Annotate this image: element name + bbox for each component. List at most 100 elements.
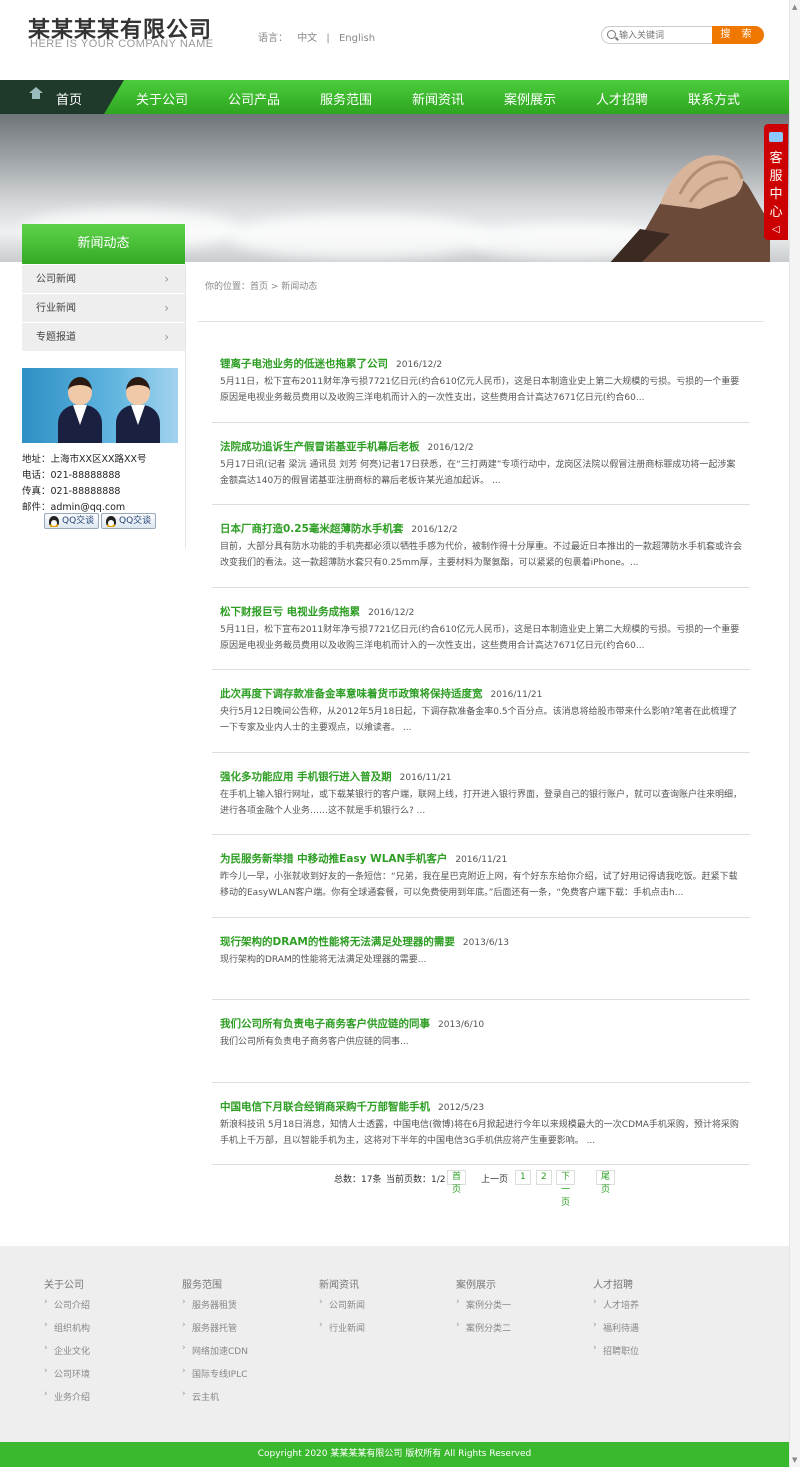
language-separator: | [326, 33, 330, 44]
contact-phone: 电话：021-88888888 [22, 470, 121, 481]
pagination-last-button[interactable]: 尾页 [596, 1170, 616, 1195]
nav-item-home[interactable]: 首页 [0, 80, 124, 114]
nav-item-services[interactable]: 服务范围 [320, 89, 372, 108]
news-summary: 昨今儿一早，小张就收到好友的一条短信：“兄弟，我在星巴克附近上网，有个好东东给你… [220, 872, 738, 898]
qq-penguin-icon [49, 516, 59, 527]
footer-column-title: 新闻资讯 [319, 1280, 359, 1291]
news-date: 2016/12/2 [368, 607, 415, 618]
copyright-bar: Copyright 2020 某某某某有限公司 版权所有 All Rights … [0, 1442, 789, 1467]
news-title-link[interactable]: 强化多功能应用 手机银行进入普及期 [220, 771, 392, 783]
nav-home-label: 首页 [56, 93, 83, 108]
search-icon [607, 30, 616, 39]
pagination-first-button[interactable]: 首页 [447, 1170, 467, 1195]
customer-service-photo [22, 368, 178, 443]
qq-chat-button[interactable]: QQ交谈 [44, 513, 99, 529]
nav-item-jobs[interactable]: 人才招聘 [596, 89, 648, 108]
scroll-down-arrow-icon[interactable]: ▼ [792, 1456, 797, 1464]
news-title-link[interactable]: 中国电信下月联合经销商采购千万部智能手机 [220, 1101, 430, 1113]
footer-link[interactable]: 人才培养 [593, 1297, 639, 1321]
pagination-next-button[interactable]: 下一页 [556, 1170, 576, 1208]
news-date: 2016/11/21 [399, 772, 452, 783]
sidebar-item-industry-news[interactable]: 行业新闻 › [22, 294, 185, 323]
pagination-current: 当前页数：1/2 [386, 1175, 446, 1185]
nav-item-products[interactable]: 公司产品 [228, 89, 280, 108]
nav-item-news[interactable]: 新闻资讯 [412, 89, 464, 108]
news-summary: 现行架构的DRAM的性能将无法满足处理器的需要... [220, 954, 427, 965]
footer-link[interactable]: 招聘职位 [593, 1343, 639, 1367]
news-summary: 5月11日，松下宣布2011财年净亏损7721亿日元(约合610亿元人民币)，这… [220, 377, 740, 403]
news-title-link[interactable]: 法院成功追诉生产假冒诺基亚手机幕后老板 [220, 441, 420, 453]
news-title-link[interactable]: 日本厂商打造0.25毫米超薄防水手机套 [220, 523, 403, 535]
news-title-link[interactable]: 我们公司所有负责电子商务客户供应链的同事 [220, 1018, 430, 1030]
sidebar-item-special-reports[interactable]: 专题报道 › [22, 323, 185, 352]
footer-column-services: 服务范围 服务器租赁 服务器托管 网络加速CDN 国际专线IPLC 云主机 [182, 1276, 248, 1413]
qq-chat-label: QQ交谈 [119, 516, 152, 526]
footer-link[interactable]: 案例分类一 [456, 1297, 511, 1321]
language-english-link[interactable]: English [339, 33, 375, 44]
search-input[interactable] [619, 29, 709, 42]
list-item: 中国电信下月联合经销商采购千万部智能手机 2012/5/23 新浪科技讯 5月18… [212, 1083, 750, 1165]
footer-link[interactable]: 案例分类二 [456, 1320, 511, 1344]
list-item: 强化多功能应用 手机银行进入普及期 2016/11/21 在手机上输入银行网址，或… [212, 753, 750, 835]
language-switcher: 语言： 中文 | English [258, 29, 381, 44]
news-date: 2016/12/2 [427, 442, 474, 453]
footer-link[interactable]: 公司新闻 [319, 1297, 365, 1321]
footer-link[interactable]: 业务介绍 [44, 1389, 90, 1413]
breadcrumb: 你的位置：首页 > 新闻动态 [205, 282, 318, 292]
news-date: 2016/11/21 [455, 855, 508, 865]
nav-item-cases[interactable]: 案例展示 [504, 89, 556, 108]
news-title-link[interactable]: 现行架构的DRAM的性能将无法满足处理器的需要 [220, 936, 455, 948]
contact-info: 地址：上海市XX区XX路XX号 电话：021-88888888 传真：021-8… [22, 452, 147, 516]
list-item: 松下财报巨亏 电视业务成拖累 2016/12/2 5月11日，松下宣布2011财年… [212, 588, 750, 670]
footer-link[interactable]: 网络加速CDN [182, 1343, 248, 1367]
nav-item-about[interactable]: 关于公司 [136, 89, 188, 108]
news-title-link[interactable]: 锂离子电池业务的低迷也拖累了公司 [220, 358, 388, 370]
list-item: 此次再度下调存款准备金率意味着货币政策将保持适度宽 2016/11/21 央行5月… [212, 670, 750, 753]
news-title-link[interactable]: 为民服务新举措 中移动推Easy WLAN手机客户 [220, 853, 447, 865]
list-item: 现行架构的DRAM的性能将无法满足处理器的需要 2013/6/13 现行架构的DR… [212, 918, 750, 1000]
agent-figure [56, 377, 104, 443]
footer-column-title: 关于公司 [44, 1280, 84, 1291]
list-item: 锂离子电池业务的低迷也拖累了公司 2016/12/2 5月11日，松下宣布2011… [212, 340, 750, 423]
footer-link[interactable]: 组织机构 [44, 1320, 90, 1344]
pagination-page-1[interactable]: 1 [515, 1170, 531, 1185]
news-summary: 央行5月12日晚间公告称，从2012年5月18日起，下调存款准备金率0.5个百分… [220, 707, 738, 733]
news-title-link[interactable]: 松下财报巨亏 电视业务成拖累 [220, 606, 360, 618]
footer-link[interactable]: 服务器托管 [182, 1320, 248, 1344]
company-logo-subtitle: HERE IS YOUR COMPANY NAME [30, 38, 214, 50]
footer-link[interactable]: 企业文化 [44, 1343, 90, 1367]
footer-link[interactable]: 公司介绍 [44, 1297, 90, 1321]
footer-link[interactable]: 服务器租赁 [182, 1297, 248, 1321]
collapse-arrow-icon[interactable]: ◁ [772, 224, 780, 235]
news-title-link[interactable]: 此次再度下调存款准备金率意味着货币政策将保持适度宽 [220, 688, 483, 700]
sidebar-item-label: 行业新闻 [36, 303, 76, 314]
news-summary: 目前，大部分具有防水功能的手机壳都必须以牺牲手感为代价，被制作得十分厚重。不过最… [220, 542, 742, 568]
qq-penguin-icon [106, 516, 116, 527]
qq-chat-button[interactable]: QQ交谈 [101, 513, 156, 529]
nav-item-contact[interactable]: 联系方式 [688, 89, 740, 108]
pagination-prev-button[interactable]: 上一页 [481, 1172, 508, 1185]
sidebar-item-label: 公司新闻 [36, 274, 76, 285]
handshake-illustration [610, 155, 770, 262]
content-divider [198, 321, 764, 322]
footer-column-news: 新闻资讯 公司新闻 行业新闻 [319, 1276, 365, 1344]
customer-service-tab[interactable]: 客服中心 ◁ [764, 124, 788, 240]
search-button[interactable]: 搜 索 [712, 26, 764, 44]
contact-fax: 传真：021-88888888 [22, 486, 121, 497]
footer-link[interactable]: 国际专线IPLC [182, 1366, 248, 1390]
footer-column-cases: 案例展示 案例分类一 案例分类二 [456, 1276, 511, 1344]
sidebar-item-company-news[interactable]: 公司新闻 › [22, 265, 185, 294]
scroll-up-arrow-icon[interactable]: ▲ [792, 3, 797, 11]
page-scrollbar[interactable]: ▲ ▼ [789, 0, 800, 1467]
list-item: 法院成功追诉生产假冒诺基亚手机幕后老板 2016/12/2 5月17日讯(记者 梁… [212, 423, 750, 505]
language-chinese-link[interactable]: 中文 [297, 33, 317, 44]
sidebar-title: 新闻动态 [22, 224, 185, 264]
sidebar-divider [185, 264, 186, 548]
pagination-page-2[interactable]: 2 [536, 1170, 552, 1185]
footer-link[interactable]: 行业新闻 [319, 1320, 365, 1344]
footer-link[interactable]: 云主机 [182, 1389, 248, 1413]
footer-link[interactable]: 公司环境 [44, 1366, 90, 1390]
footer-link[interactable]: 福利待遇 [593, 1320, 639, 1344]
news-date: 2016/12/2 [396, 360, 443, 370]
news-date: 2016/11/21 [490, 690, 543, 700]
